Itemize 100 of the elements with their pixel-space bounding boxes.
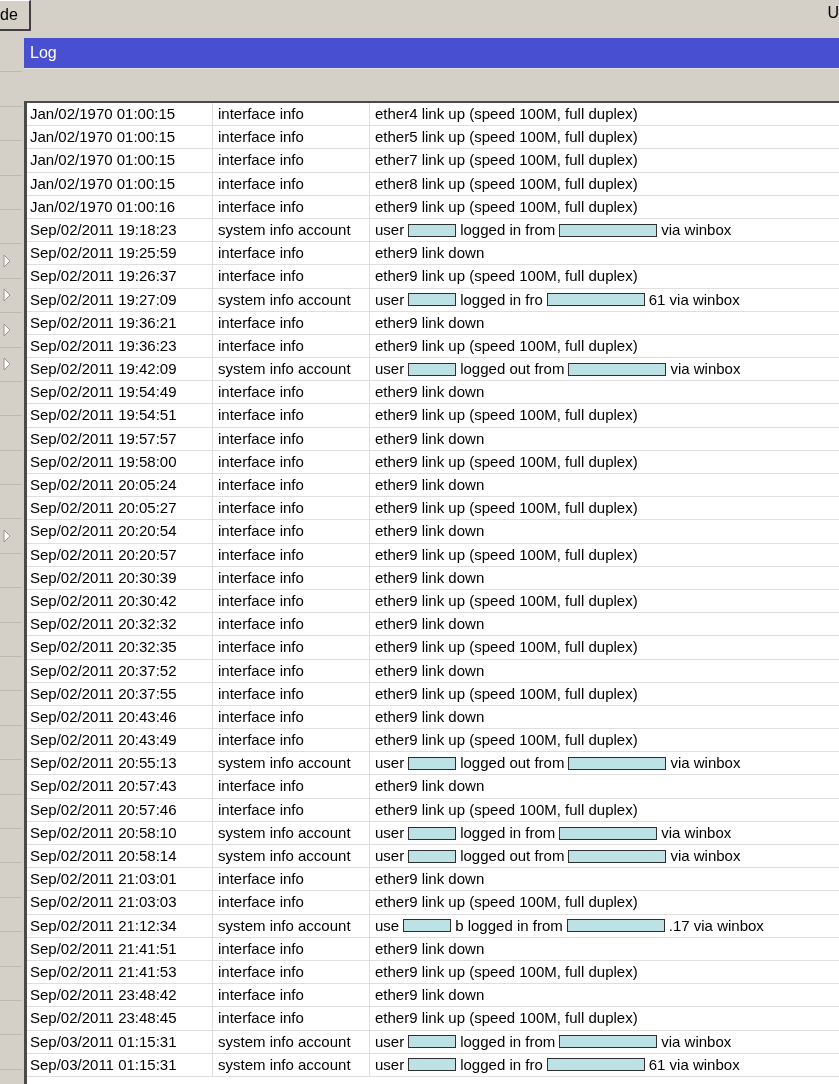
table-cell: interface info (213, 659, 370, 682)
message-text: ether9 link up (speed 100M, full duplex) (375, 498, 638, 519)
table-cell: Sep/02/2011 20:37:55 (27, 682, 213, 706)
caret-icon (3, 357, 11, 372)
table-cell: interface info (213, 172, 370, 196)
message-text: ether4 link up (speed 100M, full duplex) (375, 104, 638, 124)
message-text: user (375, 822, 405, 843)
table-cell: Sep/02/2011 20:57:46 (27, 798, 213, 822)
table-cell: interface info (213, 937, 370, 961)
table-cell: interface info (213, 682, 370, 706)
message-text: ether9 link down (375, 382, 485, 403)
table-cell: Sep/02/2011 19:42:09 (27, 358, 213, 381)
message-text: logged in fro (460, 289, 543, 310)
message-text: ether9 link down (375, 938, 485, 959)
table-cell: Jan/02/1970 01:00:16 (27, 195, 213, 219)
table-cell: Sep/02/2011 20:57:43 (27, 775, 213, 798)
table-cell: Sep/02/2011 19:54:51 (27, 404, 213, 427)
message-text: ether9 link up (speed 100M, full duplex) (375, 266, 638, 287)
table-cell: interface info (213, 242, 370, 265)
redaction-box (408, 826, 457, 840)
table-cell: Sep/02/2011 20:30:39 (27, 566, 213, 590)
table-cell: interface info (213, 984, 370, 1007)
window-title: Log (30, 43, 57, 63)
table-cell: system info account (213, 218, 370, 242)
table-cell: Sep/03/2011 01:15:31 (27, 1053, 213, 1077)
table-cell: Jan/02/1970 01:00:15 (27, 149, 213, 172)
table-cell: Sep/02/2011 20:37:52 (27, 659, 213, 682)
message-text: ether9 link up (speed 100M, full duplex) (375, 1008, 638, 1029)
message-text: ether9 link down (375, 869, 485, 890)
table-cell: Sep/02/2011 19:25:59 (27, 242, 213, 265)
redaction-box (408, 849, 457, 863)
table-cell: interface info (213, 103, 370, 126)
table-cell: system info account (213, 845, 370, 868)
table-cell: Sep/02/2011 20:20:54 (27, 520, 213, 543)
message-text: ether8 link up (speed 100M, full duplex) (375, 173, 638, 194)
message-text: via winbox (670, 359, 741, 380)
table-cell: Sep/02/2011 21:03:03 (27, 891, 213, 914)
message-text: logged out from (460, 359, 565, 380)
caret-icon (3, 529, 11, 544)
table-cell: Sep/02/2011 21:12:34 (27, 914, 213, 938)
message-text: ether9 link down (375, 706, 485, 727)
table-cell: interface info (213, 543, 370, 567)
message-text: ether9 link up (speed 100M, full duplex) (375, 961, 638, 982)
message-text: ether9 link down (375, 776, 485, 797)
caret-icon (3, 254, 11, 269)
message-text: ether9 link down (375, 428, 485, 449)
message-text: user (375, 1031, 405, 1052)
table-cell: interface info (213, 868, 370, 891)
message-text: 61 via winbox (648, 1054, 740, 1075)
message-text: ether9 link down (375, 521, 485, 542)
table-cell: system info account (213, 914, 370, 938)
table-cell: Sep/02/2011 20:32:35 (27, 636, 213, 659)
table-cell: Sep/02/2011 20:55:13 (27, 752, 213, 775)
message-text: ether9 link up (speed 100M, full duplex) (375, 544, 638, 565)
table-cell: Jan/02/1970 01:00:15 (27, 103, 213, 126)
message-text: via winbox (670, 753, 741, 774)
table-cell: Sep/02/2011 19:18:23 (27, 218, 213, 242)
message-text: via winbox (670, 846, 741, 866)
table-cell: interface info (213, 566, 370, 590)
message-text: ether9 link up (speed 100M, full duplex) (375, 730, 638, 751)
message-text: user (375, 219, 405, 240)
table-cell: Sep/02/2011 20:32:32 (27, 613, 213, 636)
toolbar-button[interactable]: de (0, 0, 31, 31)
table-cell: interface info (213, 775, 370, 798)
table-cell: interface info (213, 427, 370, 451)
table-cell: interface info (213, 520, 370, 543)
message-text: ether9 link up (speed 100M, full duplex) (375, 637, 638, 658)
message-text: ether9 link up (speed 100M, full duplex) (375, 799, 638, 820)
message-text: 61 via winbox (648, 289, 740, 310)
redaction-box (408, 1058, 457, 1072)
message-text: via winbox (661, 1031, 732, 1052)
message-text: user (375, 1054, 405, 1075)
table-cell: system info account (213, 288, 370, 311)
toolbar-label: U (827, 5, 839, 21)
table-cell: Sep/02/2011 23:48:42 (27, 984, 213, 1007)
table-cell: system info account (213, 752, 370, 775)
table-cell: interface info (213, 1007, 370, 1030)
table-cell: interface info (213, 381, 370, 404)
table-cell: system info account (213, 1030, 370, 1053)
table-cell: Sep/02/2011 19:36:21 (27, 311, 213, 335)
table-cell: interface info (213, 589, 370, 613)
message-text: logged out from (460, 753, 565, 774)
table-cell: interface info (213, 404, 370, 427)
message-text: via winbox (661, 219, 732, 240)
table-cell: interface info (213, 334, 370, 358)
redaction-box (408, 1035, 457, 1049)
table-cell: Sep/02/2011 20:58:10 (27, 821, 213, 845)
table-cell: interface info (213, 497, 370, 520)
table-cell: Sep/02/2011 20:20:57 (27, 543, 213, 567)
message-text: user (375, 753, 405, 774)
message-text: ether9 link down (375, 312, 485, 333)
table-cell: Sep/02/2011 21:41:53 (27, 960, 213, 984)
table-cell: Sep/02/2011 20:05:24 (27, 474, 213, 497)
redaction-box (408, 223, 457, 237)
table-cell: Sep/02/2011 19:27:09 (27, 288, 213, 311)
table-cell: Sep/02/2011 19:26:37 (27, 265, 213, 288)
message-text: ether9 link down (375, 614, 485, 635)
table-cell: interface info (213, 450, 370, 474)
message-text: ether9 link down (375, 660, 485, 681)
table-cell: Jan/02/1970 01:00:15 (27, 126, 213, 149)
